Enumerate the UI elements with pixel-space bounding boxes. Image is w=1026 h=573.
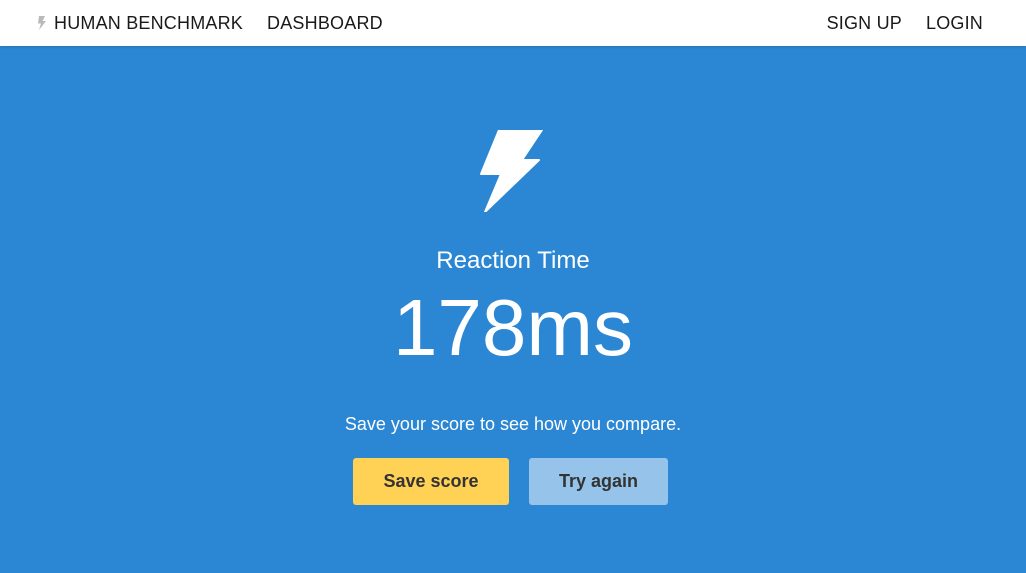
lightning-bolt-icon xyxy=(38,16,46,30)
save-prompt: Save your score to see how you compare. xyxy=(344,414,682,434)
brand-link[interactable]: HUMAN BENCHMARK xyxy=(36,13,243,34)
save-score-button[interactable]: Save score xyxy=(353,458,509,505)
brand-label: HUMAN BENCHMARK xyxy=(54,12,244,33)
nav-right-group: SIGN UP LOGIN xyxy=(827,0,983,46)
try-again-button[interactable]: Try again xyxy=(529,458,668,505)
nav-left-group: HUMAN BENCHMARK DASHBOARD xyxy=(36,0,383,46)
reaction-test-panel: Reaction Time 178ms Save your score to s… xyxy=(0,46,1026,573)
top-navbar: HUMAN BENCHMARK DASHBOARD SIGN UP LOGIN xyxy=(0,0,1026,46)
nav-login-link[interactable]: LOGIN xyxy=(926,13,983,34)
score-display: 178ms xyxy=(392,283,634,372)
nav-dashboard-link[interactable]: DASHBOARD xyxy=(267,13,383,34)
lightning-bolt-icon xyxy=(480,130,543,212)
nav-signup-link[interactable]: SIGN UP xyxy=(827,13,902,34)
test-title: Reaction Time xyxy=(436,247,590,274)
